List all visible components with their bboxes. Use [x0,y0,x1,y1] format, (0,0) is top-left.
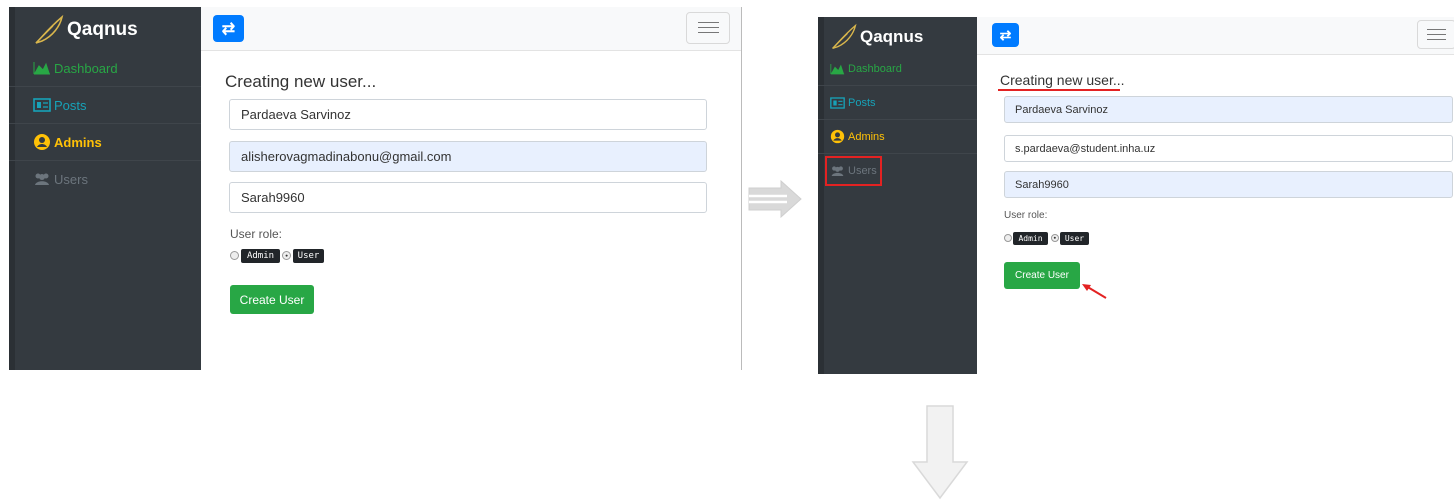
newspaper-icon [33,98,51,112]
password-field[interactable]: Sarah9960 [1004,171,1453,198]
page-title: Creating new user... [1000,72,1125,88]
users-icon [35,173,49,185]
brand-name: Qaqnus [67,19,138,40]
sidebar-toggle-button[interactable]: ⇄ [992,23,1019,47]
newspaper-icon [830,96,845,109]
role-user-radio[interactable] [282,251,291,260]
left-screenshot: Qaqnus Dashboard Posts Admins Users ⇄ Cr… [9,7,742,370]
page-title: Creating new user... [225,72,377,91]
right-arrow-icon [748,180,802,218]
user-role-label: User role: [230,227,283,241]
role-user-label[interactable]: User [293,249,324,263]
feather-logo-icon [35,14,64,44]
chart-area-icon [33,62,50,75]
heading-underline [998,89,1120,91]
sidebar-item-dashboard[interactable]: Dashboard [818,52,977,86]
brand[interactable]: Qaqnus [33,11,138,49]
role-admin-radio[interactable] [1004,234,1012,242]
email-field[interactable]: s.pardaeva@student.inha.uz [1004,135,1453,162]
topbar: ⇄ [201,7,741,51]
down-arrow-icon [911,405,969,500]
role-user-radio[interactable] [1051,234,1059,242]
sidebar-item-label: Posts [848,96,876,109]
users-highlight-box: Users [825,156,882,186]
name-field[interactable]: Pardaeva Sarvinoz [229,99,707,130]
topbar: ⇄ [977,17,1454,55]
sidebar-item-label: Admins [54,134,102,150]
pointer-arrow-icon [1082,284,1107,299]
sidebar-item-admins[interactable]: Admins [9,124,201,161]
user-role-label: User role: [1004,210,1048,221]
swap-icon: ⇄ [221,20,236,38]
brand[interactable]: Qaqnus [830,19,923,54]
sidebar-item-label: Posts [54,97,87,113]
sidebar-item-label: Users [848,165,877,177]
chart-area-icon [830,63,845,74]
right-screenshot: Qaqnus Dashboard Posts Admins Users ⇄ Cr… [818,17,1454,374]
hamburger-icon [697,22,719,23]
sidebar-item-label: Dashboard [848,62,902,75]
user-circle-icon [830,129,845,144]
brand-name: Qaqnus [860,26,924,46]
name-field[interactable]: Pardaeva Sarvinoz [1004,96,1453,123]
swap-icon: ⇄ [999,26,1012,43]
sidebar-item-dashboard[interactable]: Dashboard [9,50,201,87]
sidebar-toggle-button[interactable]: ⇄ [213,15,244,42]
navbar-menu-button[interactable] [686,12,730,44]
sidebar-item-posts[interactable]: Posts [9,87,201,124]
user-circle-icon [34,134,50,150]
role-admin-label[interactable]: Admin [1013,232,1048,245]
users-icon [831,166,844,176]
sidebar-item-posts[interactable]: Posts [818,86,977,120]
role-user-label[interactable]: User [1060,232,1089,245]
create-user-button[interactable]: Create User [230,285,314,314]
sidebar-item-label: Admins [848,130,885,143]
password-field[interactable]: Sarah9960 [229,182,707,213]
sidebar: Qaqnus Dashboard Posts Admins Users [9,7,201,370]
sidebar-item-users[interactable]: Users [818,155,977,187]
navbar-menu-button[interactable] [1417,20,1454,49]
role-admin-label[interactable]: Admin [241,249,280,263]
hamburger-icon [1427,29,1446,30]
sidebar-item-label: Dashboard [54,60,118,76]
sidebar-item-admins[interactable]: Admins [818,120,977,154]
create-user-button[interactable]: Create User [1004,262,1080,289]
sidebar-item-label: Users [54,171,88,187]
role-admin-radio[interactable] [230,251,239,260]
feather-logo-icon [832,23,857,49]
sidebar: Qaqnus Dashboard Posts Admins Users [818,17,977,374]
sidebar-item-users[interactable]: Users [9,161,201,197]
email-field[interactable]: alisherovagmadinabonu@gmail.com [229,141,707,172]
